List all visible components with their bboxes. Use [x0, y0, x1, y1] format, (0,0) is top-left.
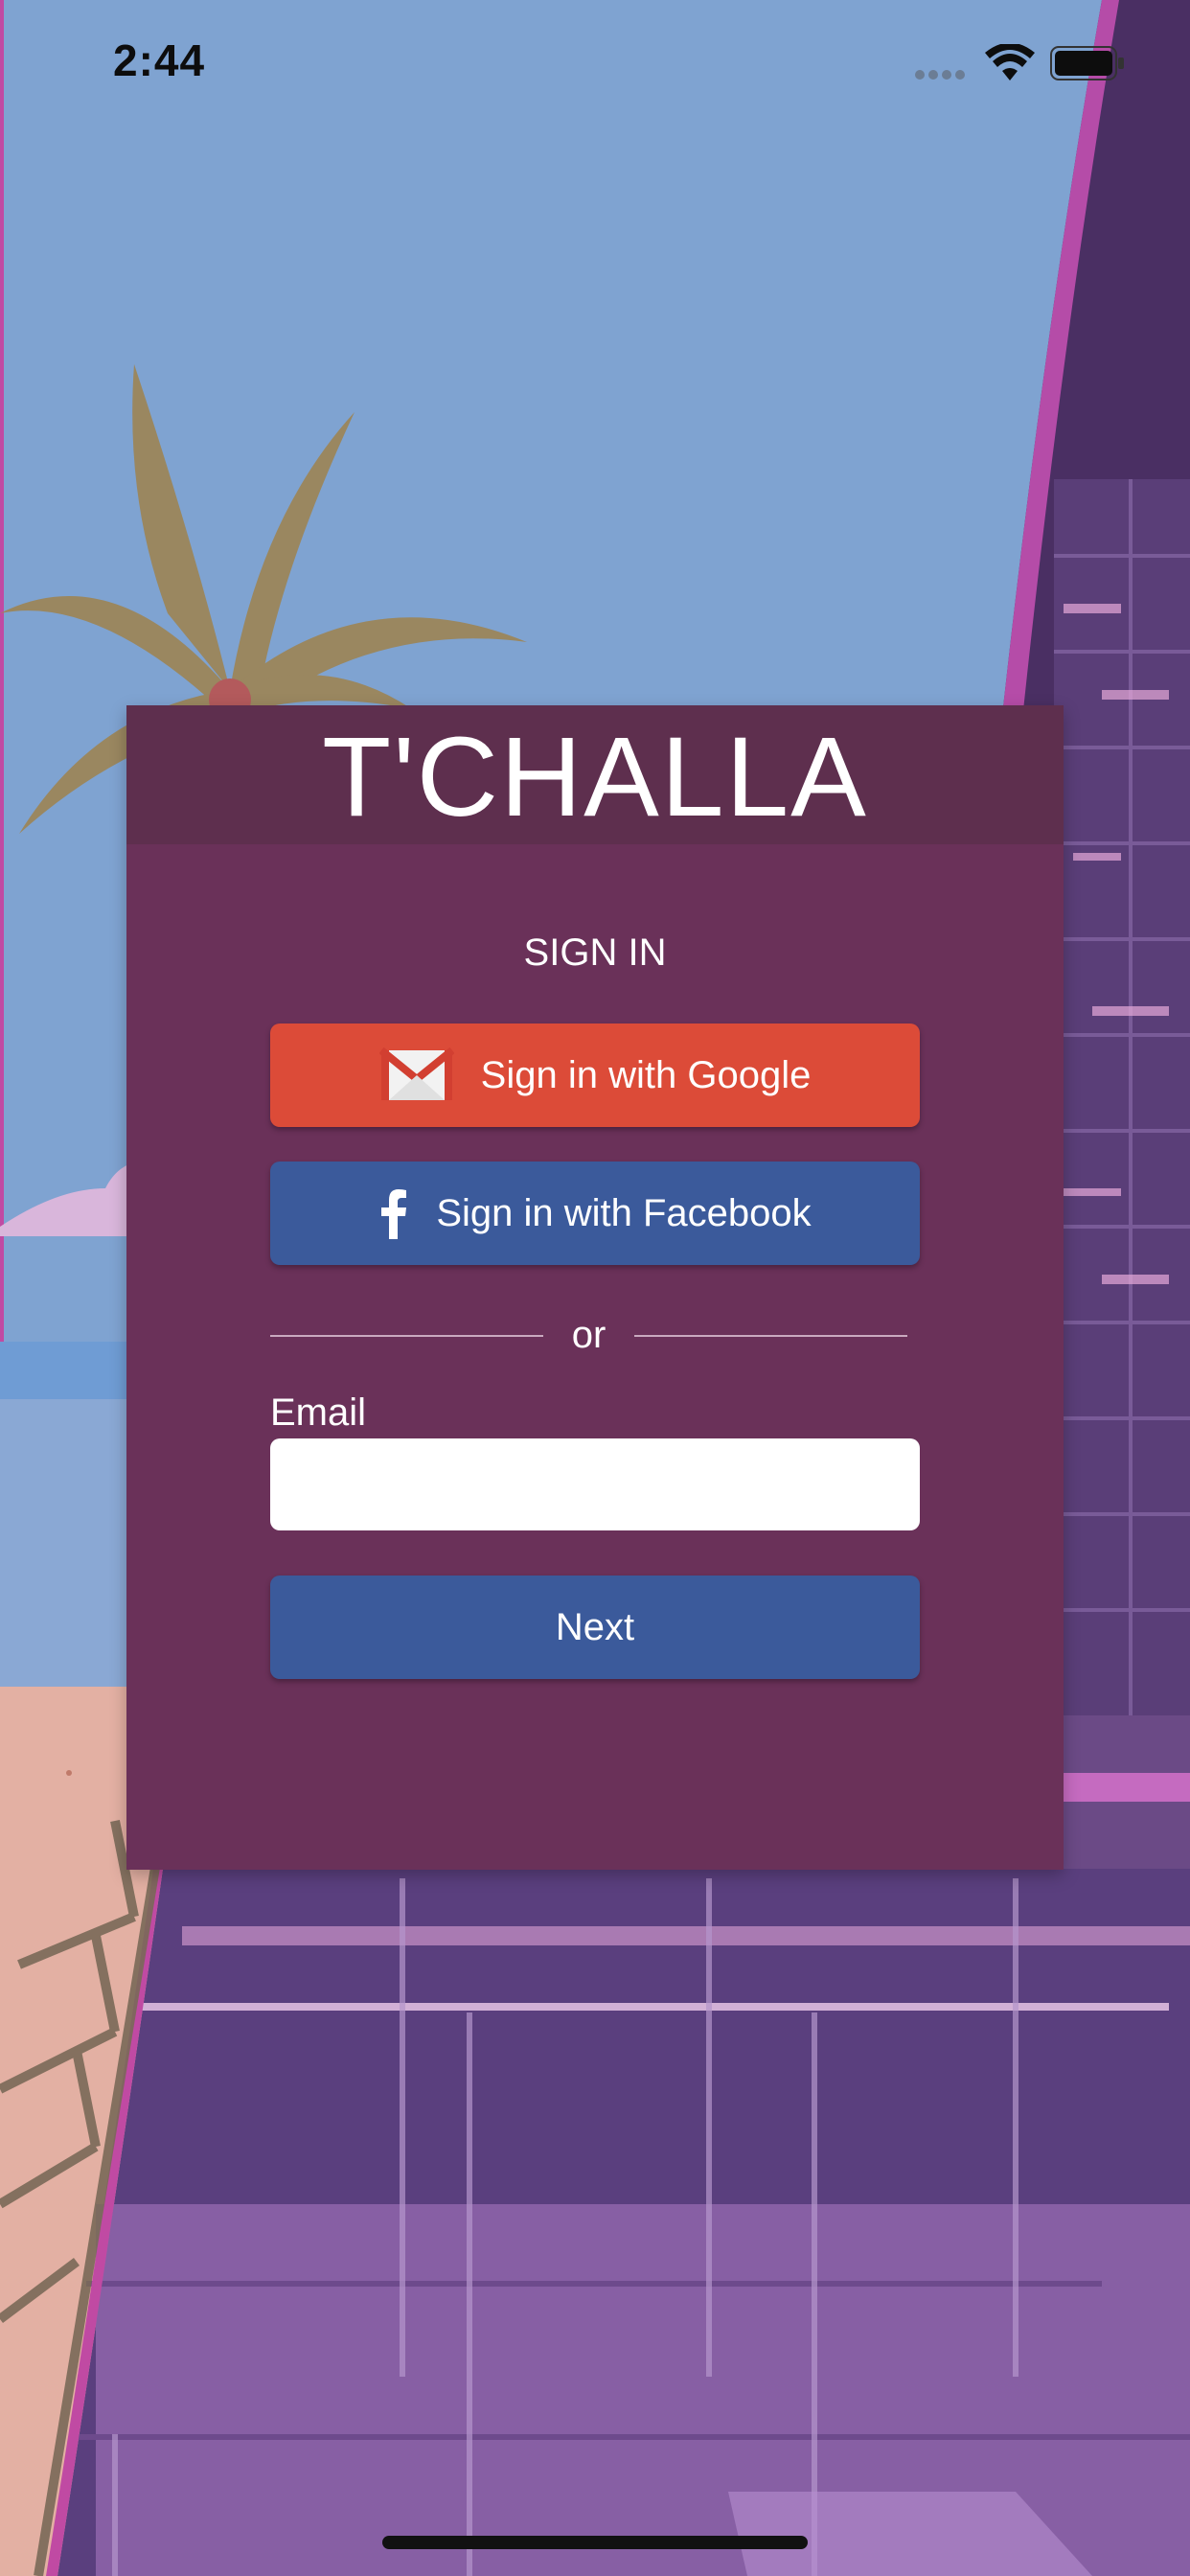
- email-field[interactable]: [270, 1438, 920, 1530]
- next-button[interactable]: Next: [270, 1576, 920, 1679]
- wifi-icon: [985, 44, 1035, 80]
- divider-line-right: [634, 1335, 907, 1337]
- google-button-label: Sign in with Google: [480, 1054, 812, 1096]
- signal-dots-icon: [915, 67, 973, 80]
- gmail-icon: [378, 1046, 454, 1100]
- divider-line-left: [270, 1335, 543, 1337]
- next-button-label: Next: [555, 1606, 635, 1648]
- battery-icon: [1050, 46, 1124, 80]
- signin-card: T'CHALLA SIGN IN Sign in with Google Sig…: [126, 705, 1064, 1870]
- status-time: 2:44: [113, 35, 206, 85]
- signin-heading: SIGN IN: [523, 932, 667, 974]
- app-title: T'CHALLA: [322, 714, 868, 840]
- status-bar: 2:44: [0, 0, 1190, 134]
- facebook-signin-button[interactable]: Sign in with Facebook: [270, 1162, 920, 1265]
- google-signin-button[interactable]: Sign in with Google: [270, 1024, 920, 1127]
- email-label: Email: [270, 1392, 367, 1434]
- facebook-button-label: Sign in with Facebook: [436, 1192, 812, 1234]
- divider-or-text: or: [571, 1314, 606, 1356]
- card-header: T'CHALLA: [126, 705, 1064, 844]
- facebook-icon: [381, 1189, 407, 1239]
- home-indicator[interactable]: [382, 2536, 808, 2549]
